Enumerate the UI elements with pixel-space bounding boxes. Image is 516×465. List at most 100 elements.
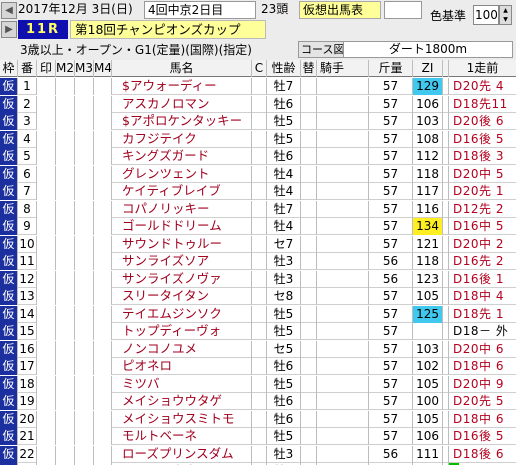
table-row[interactable]: 仮 12 サンライズノヴァ 牡3 56 123 D16後 1 — [0, 270, 516, 288]
horse-name[interactable]: コパノリッキー — [112, 200, 252, 218]
m4-cell[interactable] — [94, 78, 112, 95]
horse-name[interactable]: $アウォーディー — [112, 78, 252, 95]
mark-cell[interactable] — [37, 200, 56, 218]
m4-cell[interactable] — [94, 218, 112, 235]
table-row[interactable]: 仮 4 カフジテイク 牡5 57 108 D16後 5 — [0, 130, 516, 148]
horse-name[interactable]: グレンツェント — [112, 165, 252, 183]
m2-cell[interactable] — [56, 165, 75, 183]
horse-name[interactable]: ミツバ — [112, 375, 252, 393]
table-row[interactable]: 仮 6 グレンツェント 牡4 57 118 D20中 5 — [0, 165, 516, 183]
table-row[interactable]: 仮 10 サウンドトゥルー セ7 57 121 D20中 2 — [0, 235, 516, 253]
horse-name[interactable]: アスカノロマン — [112, 95, 252, 113]
horse-name[interactable]: $アポロケンタッキー — [112, 113, 252, 130]
horse-name[interactable]: メイショウウタゲ — [112, 393, 252, 410]
table-row[interactable]: 仮 21 モルトベーネ 牡5 57 106 D16後 5 — [0, 428, 516, 445]
m4-cell[interactable] — [94, 445, 112, 463]
m4-cell[interactable] — [94, 410, 112, 428]
m4-cell[interactable] — [94, 165, 112, 183]
m4-cell[interactable] — [94, 95, 112, 113]
m2-cell[interactable] — [56, 235, 75, 253]
m4-cell[interactable] — [94, 358, 112, 375]
m4-cell[interactable] — [94, 200, 112, 218]
m3-cell[interactable] — [75, 78, 94, 95]
m3-cell[interactable] — [75, 218, 94, 235]
m2-cell[interactable] — [56, 445, 75, 463]
m3-cell[interactable] — [75, 358, 94, 375]
m3-cell[interactable] — [75, 375, 94, 393]
m2-cell[interactable] — [56, 183, 75, 200]
horse-name[interactable]: ケイティブレイブ — [112, 183, 252, 200]
mark-cell[interactable] — [37, 183, 56, 200]
m3-cell[interactable] — [75, 95, 94, 113]
col-c[interactable]: C — [252, 60, 267, 77]
m2-cell[interactable] — [56, 393, 75, 410]
horse-name[interactable]: テイエムジンソク — [112, 305, 252, 323]
m2-cell[interactable] — [56, 305, 75, 323]
m4-cell[interactable] — [94, 148, 112, 165]
horse-name[interactable]: トップディーヴォ — [112, 323, 252, 340]
m4-cell[interactable] — [94, 235, 112, 253]
col-prev-race[interactable]: 1走前 — [449, 60, 516, 77]
color-basis-input[interactable]: 100 — [473, 5, 499, 25]
m3-cell[interactable] — [75, 130, 94, 148]
m2-cell[interactable] — [56, 270, 75, 288]
m2-cell[interactable] — [56, 130, 75, 148]
horse-name[interactable]: サンライズソア — [112, 253, 252, 270]
col-m4[interactable]: M4 — [94, 60, 112, 77]
mark-cell[interactable] — [37, 218, 56, 235]
table-row[interactable]: 仮 22 ローズプリンスダム 牡3 56 111 D18後 6 — [0, 445, 516, 463]
m3-cell[interactable] — [75, 393, 94, 410]
col-number[interactable]: 番 — [18, 60, 37, 77]
table-row[interactable]: 仮 15 トップディーヴォ 牡5 57 D18－ 外 — [0, 323, 516, 340]
col-zi[interactable]: ZI — [413, 60, 443, 77]
m4-cell[interactable] — [94, 323, 112, 340]
table-row[interactable]: 仮 1 $アウォーディー 牡7 57 129 D20先 4 — [0, 78, 516, 95]
m3-cell[interactable] — [75, 148, 94, 165]
mark-cell[interactable] — [37, 113, 56, 130]
horse-name[interactable]: メイショウスミトモ — [112, 410, 252, 428]
mark-cell[interactable] — [37, 253, 56, 270]
horse-name[interactable]: サンライズノヴァ — [112, 270, 252, 288]
mark-cell[interactable] — [37, 445, 56, 463]
horse-name[interactable]: ゴールドドリーム — [112, 218, 252, 235]
m2-cell[interactable] — [56, 218, 75, 235]
horse-name[interactable]: モルトベーネ — [112, 428, 252, 445]
horse-name[interactable]: サウンドトゥルー — [112, 235, 252, 253]
col-m3[interactable]: M3 — [75, 60, 94, 77]
mark-cell[interactable] — [37, 305, 56, 323]
course-map-button[interactable]: コース図 — [298, 41, 348, 58]
table-row[interactable]: 仮 16 ノンコノユメ セ5 57 103 D20中 6 — [0, 340, 516, 358]
m3-cell[interactable] — [75, 235, 94, 253]
m2-cell[interactable] — [56, 428, 75, 445]
table-row[interactable]: 仮 14 テイエムジンソク 牡5 57 125 D18先 1 — [0, 305, 516, 323]
horse-name[interactable]: ノンコノユメ — [112, 340, 252, 358]
mark-cell[interactable] — [37, 428, 56, 445]
m2-cell[interactable] — [56, 253, 75, 270]
col-weight[interactable]: 斤量 — [369, 60, 413, 77]
m2-cell[interactable] — [56, 410, 75, 428]
col-waku[interactable]: 枠 — [0, 60, 18, 77]
m2-cell[interactable] — [56, 340, 75, 358]
m3-cell[interactable] — [75, 340, 94, 358]
m3-cell[interactable] — [75, 410, 94, 428]
m4-cell[interactable] — [94, 270, 112, 288]
m4-cell[interactable] — [94, 340, 112, 358]
m4-cell[interactable] — [94, 428, 112, 445]
table-row[interactable]: 仮 2 アスカノロマン 牡6 57 106 D18先11 — [0, 95, 516, 113]
m2-cell[interactable] — [56, 78, 75, 95]
col-change[interactable]: 替 — [301, 60, 317, 77]
col-mark[interactable]: 印 — [37, 60, 56, 77]
horse-name[interactable]: カフジテイク — [112, 130, 252, 148]
mark-cell[interactable] — [37, 375, 56, 393]
m2-cell[interactable] — [56, 358, 75, 375]
mark-cell[interactable] — [37, 270, 56, 288]
prev-race-arrow-icon[interactable]: ◀ — [1, 2, 17, 19]
m2-cell[interactable] — [56, 95, 75, 113]
m4-cell[interactable] — [94, 183, 112, 200]
mark-cell[interactable] — [37, 78, 56, 95]
m3-cell[interactable] — [75, 113, 94, 130]
spin-arrows-icon[interactable]: ▲ ▼ — [499, 5, 512, 25]
table-row[interactable]: 仮 13 スリータイタン セ8 57 105 D18中 4 — [0, 288, 516, 305]
m3-cell[interactable] — [75, 323, 94, 340]
table-row[interactable]: 仮 19 メイショウウタゲ 牡6 57 100 D20先 5 — [0, 393, 516, 410]
